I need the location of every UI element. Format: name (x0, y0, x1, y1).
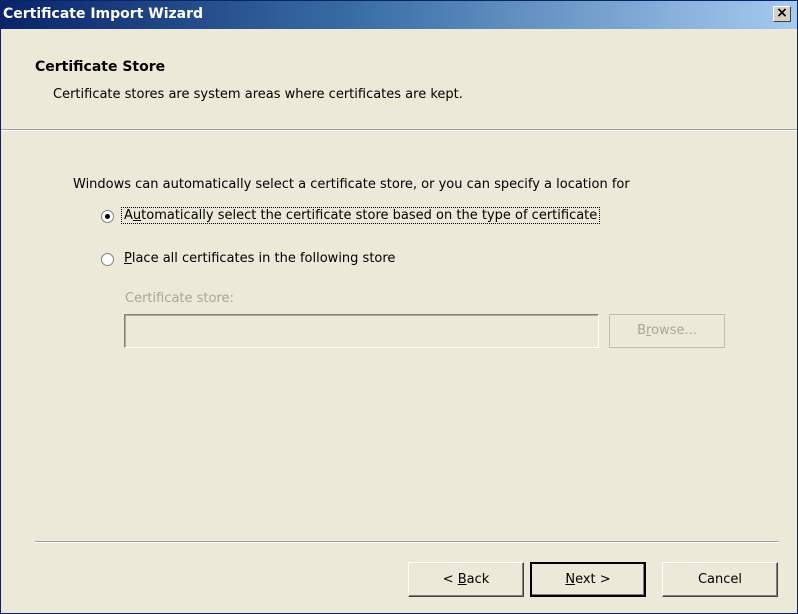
wizard-header: Certificate Store Certificate stores are… (1, 29, 797, 131)
next-button[interactable]: Next > (530, 562, 646, 597)
intro-text: Windows can automatically select a certi… (73, 177, 630, 192)
certificate-store-field[interactable] (124, 314, 599, 348)
cancel-button[interactable]: Cancel (662, 562, 778, 597)
header-separator (1, 129, 797, 131)
page-subtitle: Certificate stores are system areas wher… (53, 87, 463, 102)
close-icon: × (776, 5, 788, 21)
close-button[interactable]: × (773, 5, 791, 22)
radio-auto-select[interactable] (101, 210, 114, 223)
back-button[interactable]: < Back (408, 562, 524, 597)
title-bar[interactable]: Certificate Import Wizard × (1, 1, 797, 29)
radio-place-in-store[interactable] (101, 253, 114, 266)
browse-button[interactable]: Browse... (609, 314, 725, 348)
radio-selected-dot (105, 214, 110, 219)
window-title: Certificate Import Wizard (3, 6, 204, 22)
footer-separator (35, 541, 779, 543)
certificate-import-wizard-dialog: Certificate Import Wizard × Certificate … (0, 0, 798, 614)
radio-place-in-store-label[interactable]: Place all certificates in the following … (124, 251, 395, 266)
radio-auto-select-label[interactable]: Automatically select the certificate sto… (121, 207, 601, 224)
page-title: Certificate Store (35, 59, 166, 75)
certificate-store-label: Certificate store: (125, 291, 234, 306)
